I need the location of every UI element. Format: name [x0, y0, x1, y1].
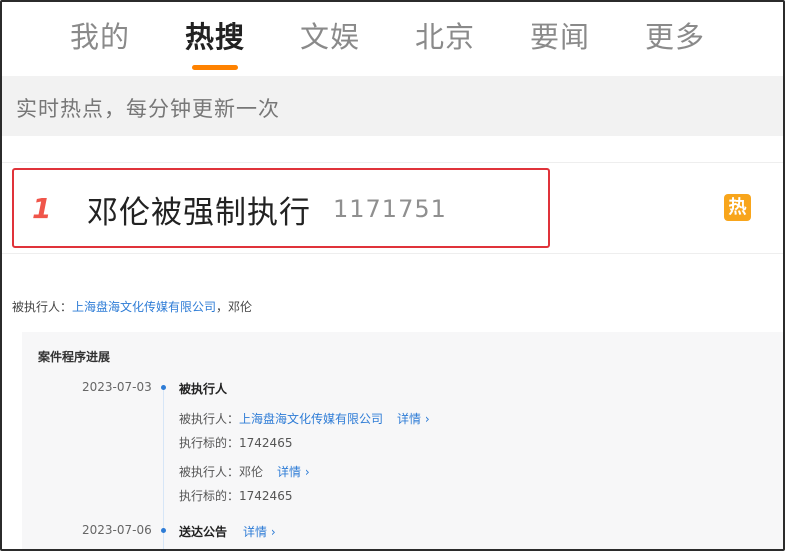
- hot-topic-title[interactable]: 邓伦被强制执行: [87, 187, 311, 232]
- executed-party-label: 被执行人：: [12, 300, 73, 314]
- active-tab-indicator: [192, 65, 238, 70]
- realtime-notice-bar: 实时热点，每分钟更新一次: [2, 76, 783, 136]
- entry-event: 被执行人: [179, 382, 228, 396]
- detail-link[interactable]: 详情 ›: [277, 465, 310, 479]
- entry-line: 被执行人：邓伦 详情 ›: [179, 463, 310, 480]
- timeline-dot: [161, 528, 166, 533]
- timeline-dot: [161, 385, 166, 390]
- line-label: 被执行人：: [179, 412, 240, 426]
- executed-party-line: 被执行人：上海盘海文化传媒有限公司，邓伦: [12, 298, 252, 315]
- hot-topic-count: 1171751: [333, 195, 447, 223]
- tab-hot-search[interactable]: 热搜: [185, 14, 245, 56]
- screenshot-frame: 我的 热搜 文娱 北京 要闻 更多 实时热点，每分钟更新一次 1 邓伦被强制执行…: [0, 0, 785, 551]
- entry-event: 送达公告: [179, 525, 228, 539]
- tab-beijing[interactable]: 北京: [415, 14, 475, 56]
- realtime-notice-text: 实时热点，每分钟更新一次: [16, 97, 280, 121]
- entry-date: 2023-07-03: [82, 380, 152, 394]
- tab-entertainment[interactable]: 文娱: [300, 14, 360, 56]
- entry-date: 2023-07-06: [82, 523, 152, 537]
- entry-line: 执行标的：1742465: [179, 434, 292, 451]
- entry-line: 执行标的：1742465: [179, 487, 292, 504]
- entry-line: 被执行人：上海盘海文化传媒有限公司 详情 ›: [179, 410, 430, 427]
- tab-bar: 我的 热搜 文娱 北京 要闻 更多: [2, 2, 783, 76]
- hot-badge: 热: [724, 194, 751, 221]
- detail-link-text[interactable]: 详情 ›: [243, 525, 276, 539]
- executed-separator: ，: [216, 300, 229, 314]
- executed-company-link[interactable]: 上海盘海文化传媒有限公司: [72, 300, 216, 314]
- line-company-link[interactable]: 上海盘海文化传媒有限公司: [239, 412, 383, 426]
- detail-link[interactable]: 详情 ›: [397, 412, 430, 426]
- tab-mine[interactable]: 我的: [70, 14, 130, 56]
- tab-more[interactable]: 更多: [645, 14, 705, 56]
- line-value: 1742465: [239, 489, 293, 503]
- hot-rank-number: 1: [32, 192, 52, 225]
- line-value: 1742465: [239, 436, 293, 450]
- line-label: 执行标的：: [179, 436, 240, 450]
- timeline-line: [163, 388, 164, 549]
- line-value: 邓伦: [239, 465, 264, 479]
- detail-link[interactable]: 详情 ›: [243, 523, 276, 540]
- line-label: 执行标的：: [179, 489, 240, 503]
- line-label: 被执行人：: [179, 465, 240, 479]
- case-progress-title: 案件程序进展: [38, 350, 111, 364]
- executed-person: 邓伦: [228, 300, 253, 314]
- tab-news[interactable]: 要闻: [530, 14, 590, 56]
- case-progress-card: [22, 332, 783, 549]
